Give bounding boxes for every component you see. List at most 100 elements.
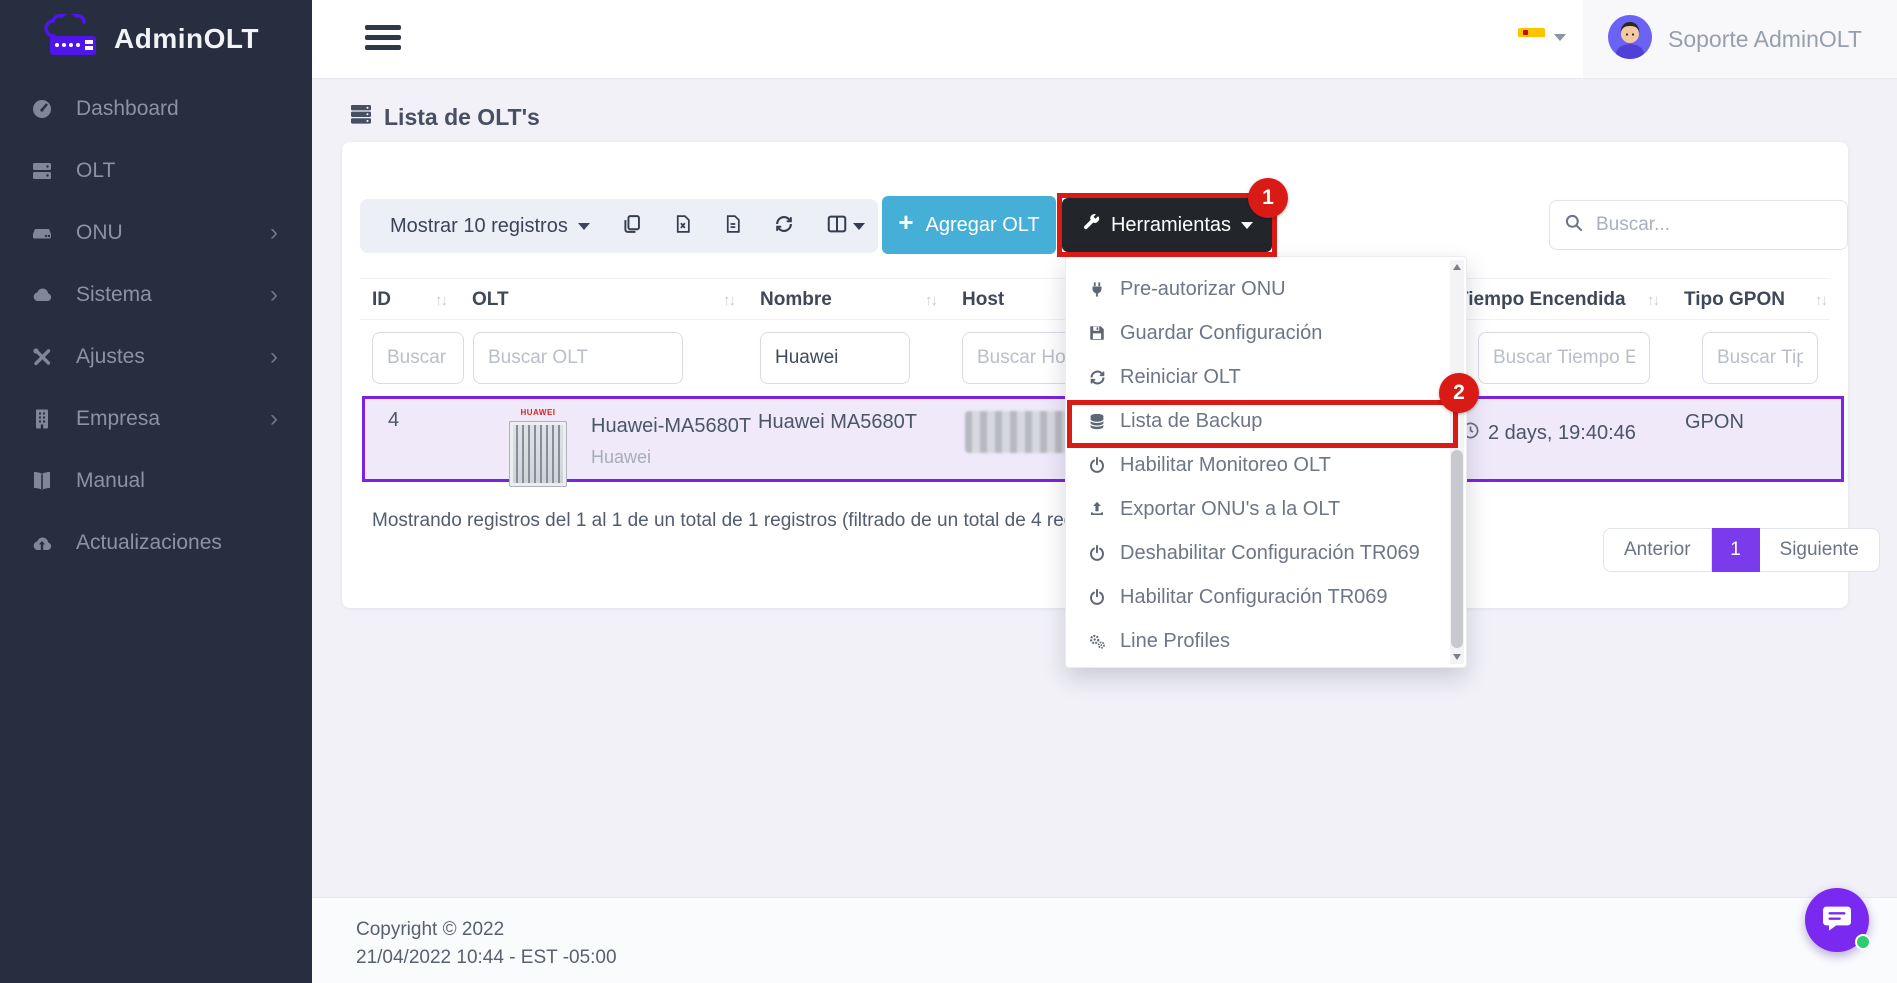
page-title: Lista de OLT's xyxy=(348,102,540,132)
row-nombre: Huawei MA5680T xyxy=(758,411,917,434)
chat-widget-button[interactable] xyxy=(1805,888,1869,952)
column-header-tiempo[interactable]: Tiempo Encendida xyxy=(1445,279,1672,321)
plus-icon xyxy=(898,214,913,237)
column-header-id[interactable]: ID xyxy=(360,279,460,321)
filter-id-input[interactable] xyxy=(372,332,464,384)
adminolt-logo-icon xyxy=(40,14,102,65)
sort-icon xyxy=(925,292,936,309)
online-status-dot xyxy=(1855,934,1871,950)
menu-item-reiniciar-olt[interactable]: Reiniciar OLT xyxy=(1066,355,1466,399)
sort-icon xyxy=(723,292,734,309)
sort-icon xyxy=(435,292,446,309)
copy-icon xyxy=(621,213,642,240)
sidebar-item-label: Ajustes xyxy=(76,345,145,369)
sidebar-item-label: OLT xyxy=(76,159,115,183)
menu-item-habilitar-monitoreo-olt[interactable]: Habilitar Monitoreo OLT xyxy=(1066,443,1466,487)
sidebar-toggle-button[interactable] xyxy=(365,25,401,53)
filter-tiempo-input[interactable] xyxy=(1478,332,1650,384)
sidebar-item-sistema[interactable]: Sistema xyxy=(0,264,312,326)
sidebar-item-actualizaciones[interactable]: Actualizaciones xyxy=(0,512,312,574)
olt-chassis-image: HUAWEI xyxy=(503,402,573,480)
columns-icon xyxy=(826,213,848,240)
power-icon xyxy=(1086,588,1108,606)
column-visibility-button[interactable] xyxy=(826,213,865,240)
topbar: Soporte AdminOLT xyxy=(312,0,1897,78)
pagination: Anterior 1 Siguiente xyxy=(1603,528,1880,572)
search-input[interactable] xyxy=(1594,213,1833,237)
power-icon xyxy=(1086,544,1108,562)
sidebar-item-onu[interactable]: ONU xyxy=(0,202,312,264)
filter-olt-input[interactable] xyxy=(473,332,683,384)
pagination-next-button[interactable]: Siguiente xyxy=(1760,528,1880,572)
sync-icon xyxy=(1086,368,1108,387)
column-header-tipo-gpon[interactable]: Tipo GPON xyxy=(1672,279,1840,321)
scroll-up-arrow-icon[interactable] xyxy=(1453,264,1461,270)
sidebar: AdminOLT Dashboard OLT ONU xyxy=(0,0,312,983)
sidebar-item-olt[interactable]: OLT xyxy=(0,140,312,202)
avatar xyxy=(1607,14,1653,65)
file-text-icon xyxy=(723,213,742,240)
sidebar-item-manual[interactable]: Manual xyxy=(0,450,312,512)
sidebar-item-ajustes[interactable]: Ajustes xyxy=(0,326,312,388)
export-file-button[interactable] xyxy=(723,213,742,240)
sidebar-item-dashboard[interactable]: Dashboard xyxy=(0,78,312,140)
table-toolbar: Mostrar 10 registros xyxy=(360,199,878,253)
gauge-icon xyxy=(30,97,60,121)
sidebar-item-label: Sistema xyxy=(76,283,152,307)
filter-nombre-input[interactable] xyxy=(760,332,910,384)
add-olt-button[interactable]: Agregar OLT xyxy=(882,196,1056,254)
dropdown-scrollbar[interactable] xyxy=(1450,260,1464,664)
menu-item-line-profiles[interactable]: Line Profiles xyxy=(1066,619,1466,663)
scroll-down-arrow-icon[interactable] xyxy=(1453,654,1461,660)
brand[interactable]: AdminOLT xyxy=(0,0,312,62)
adminolt-app: AdminOLT Dashboard OLT ONU xyxy=(0,0,1897,983)
pagination-page-1[interactable]: 1 xyxy=(1712,528,1760,572)
show-entries-dropdown[interactable]: Mostrar 10 registros xyxy=(390,215,590,238)
server-icon xyxy=(348,102,374,132)
pagination-prev-button[interactable]: Anterior xyxy=(1603,528,1712,572)
annotation-box-lista-de-backup xyxy=(1067,400,1458,448)
menu-item-habilitar-tr069[interactable]: Habilitar Configuración TR069 xyxy=(1066,575,1466,619)
menu-item-guardar-configuracion[interactable]: Guardar Configuración xyxy=(1066,311,1466,355)
filter-tipo-gpon-input[interactable] xyxy=(1702,332,1818,384)
sync-icon xyxy=(773,213,795,240)
export-excel-button[interactable] xyxy=(673,213,692,240)
user-menu[interactable]: Soporte AdminOLT xyxy=(1583,0,1897,78)
search-icon xyxy=(1564,213,1584,238)
scrollbar-thumb[interactable] xyxy=(1451,450,1463,648)
refresh-button[interactable] xyxy=(773,213,795,240)
sidebar-item-label: Actualizaciones xyxy=(76,531,222,555)
tools-dropdown-menu: Pre-autorizar ONU Guardar Configuración … xyxy=(1065,256,1467,668)
menu-item-exportar-onus[interactable]: Exportar ONU's a la OLT xyxy=(1066,487,1466,531)
footer: Copyright © 2022 21/04/2022 10:44 - EST … xyxy=(312,897,1897,983)
upload-icon xyxy=(1086,500,1108,518)
annotation-box-herramientas xyxy=(1057,193,1277,257)
tools-icon xyxy=(30,345,60,369)
save-icon xyxy=(1086,324,1108,342)
user-name: Soporte AdminOLT xyxy=(1668,26,1862,53)
device-icon xyxy=(30,221,60,245)
power-icon xyxy=(1086,456,1108,474)
sidebar-item-label: Dashboard xyxy=(76,97,179,121)
caret-down-icon xyxy=(578,223,590,230)
plug-icon xyxy=(1086,280,1108,299)
sidebar-item-empresa[interactable]: Empresa xyxy=(0,388,312,450)
copy-button[interactable] xyxy=(621,213,642,240)
caret-down-icon xyxy=(853,223,865,230)
sort-icon xyxy=(1815,292,1826,309)
menu-item-deshabilitar-tr069[interactable]: Deshabilitar Configuración TR069 xyxy=(1066,531,1466,575)
row-id: 4 xyxy=(388,409,399,432)
row-olt-title: Huawei-MA5680T xyxy=(591,415,751,438)
row-tiempo-encendida: 2 days, 19:40:46 xyxy=(1461,421,1636,446)
table-search xyxy=(1549,200,1848,250)
menu-item-pre-autorizar-onu[interactable]: Pre-autorizar ONU xyxy=(1066,267,1466,311)
footer-datetime: 21/04/2022 10:44 - EST -05:00 xyxy=(356,944,1897,972)
footer-copyright: Copyright © 2022 xyxy=(356,916,1897,944)
column-header-olt[interactable]: OLT xyxy=(460,279,748,321)
brand-name: AdminOLT xyxy=(114,23,259,55)
language-selector[interactable] xyxy=(1518,28,1566,46)
annotation-badge-1: 1 xyxy=(1248,178,1288,218)
server-icon xyxy=(30,159,60,183)
column-header-nombre[interactable]: Nombre xyxy=(748,279,950,321)
annotation-badge-2: 2 xyxy=(1439,373,1479,413)
